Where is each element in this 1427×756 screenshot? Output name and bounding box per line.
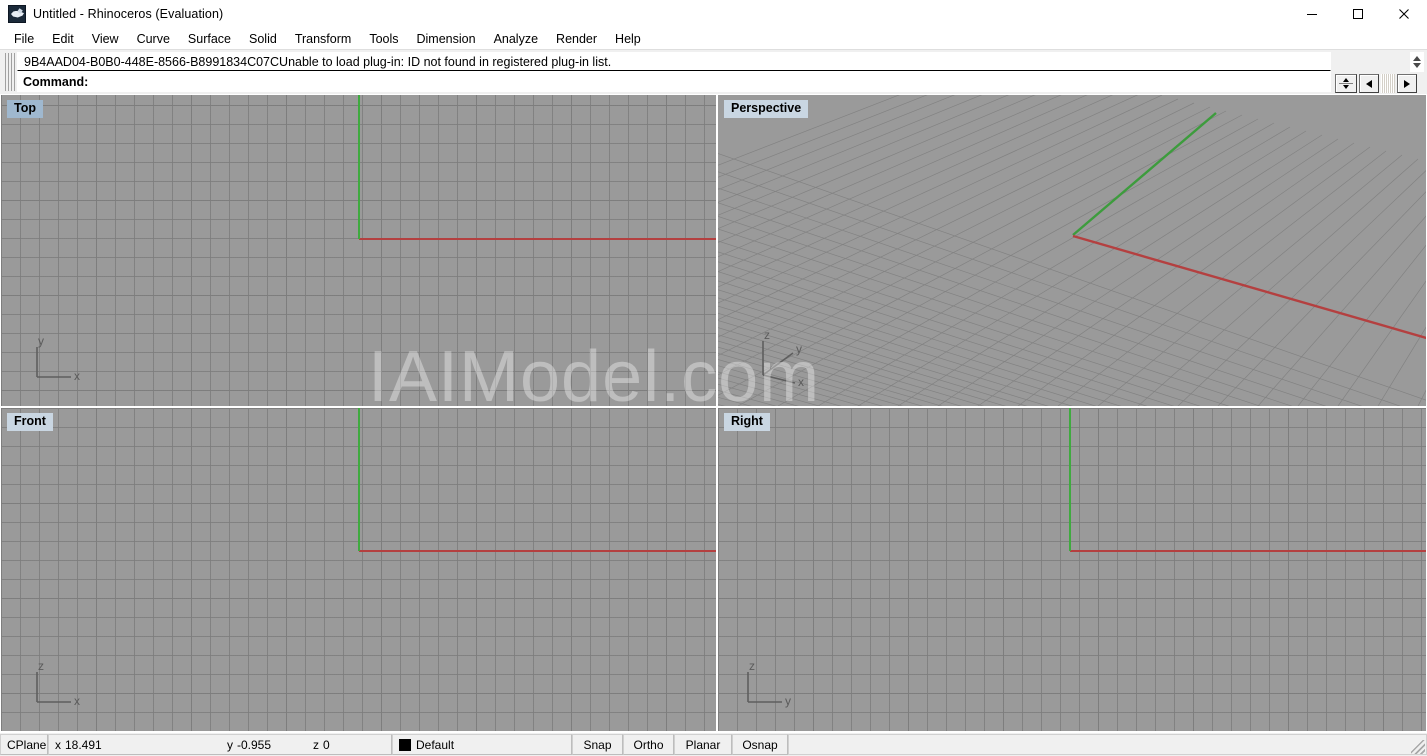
- close-icon[interactable]: [1381, 0, 1427, 28]
- coord-x: x 18.491: [55, 738, 227, 752]
- status-toggle-osnap[interactable]: Osnap: [732, 734, 788, 755]
- command-area: 9B4AAD04-B0B0-448E-8566-B8991834C07CUnab…: [0, 50, 1427, 94]
- arrow-right-icon: [1404, 80, 1410, 88]
- coord-y-value: -0.955: [237, 738, 271, 752]
- svg-text:z: z: [764, 328, 770, 342]
- command-scroll-spinner[interactable]: [1410, 52, 1424, 72]
- layer-name: Default: [416, 738, 454, 752]
- window-title: Untitled - Rhinoceros (Evaluation): [33, 7, 223, 21]
- coord-y-label: y: [227, 738, 233, 752]
- coord-z-label: z: [313, 738, 319, 752]
- command-spinner-button[interactable]: [1335, 74, 1357, 93]
- command-input[interactable]: [88, 73, 1331, 91]
- command-next-button[interactable]: [1397, 74, 1417, 93]
- menu-bar: File Edit View Curve Surface Solid Trans…: [0, 28, 1427, 50]
- command-button-row: [1335, 74, 1417, 93]
- svg-text:y: y: [785, 694, 791, 708]
- viewport-label-right[interactable]: Right: [724, 413, 770, 431]
- command-prompt-label: Command:: [23, 75, 88, 89]
- svg-text:x: x: [74, 369, 80, 383]
- perspective-grid: [718, 95, 1426, 406]
- status-toggle-snap[interactable]: Snap: [572, 734, 623, 755]
- svg-text:z: z: [749, 659, 755, 673]
- x-axis-line: [1073, 236, 1426, 339]
- scroll-down-icon: [1413, 63, 1421, 68]
- coord-x-label: x: [55, 738, 61, 752]
- svg-text:x: x: [74, 694, 80, 708]
- svg-text:x: x: [798, 375, 804, 389]
- status-cplane[interactable]: CPlane: [0, 734, 48, 755]
- command-controls: [1331, 52, 1427, 92]
- menu-dimension[interactable]: Dimension: [408, 29, 485, 49]
- viewport-top-canvas[interactable]: y x: [1, 95, 716, 406]
- command-toolbar-gripper[interactable]: [1381, 74, 1395, 93]
- menu-surface[interactable]: Surface: [179, 29, 240, 49]
- viewport-grid: y x Top: [0, 94, 1427, 732]
- viewport-perspective-canvas[interactable]: z y x: [718, 95, 1426, 406]
- menu-view[interactable]: View: [83, 29, 128, 49]
- status-toggle-planar[interactable]: Planar: [674, 734, 732, 755]
- arrow-left-icon: [1366, 80, 1372, 88]
- viewport-label-top[interactable]: Top: [7, 100, 43, 118]
- axis-indicator-perspective: z y x: [751, 325, 819, 389]
- menu-curve[interactable]: Curve: [128, 29, 179, 49]
- menu-help[interactable]: Help: [606, 29, 650, 49]
- rhinoceros-window: Untitled - Rhinoceros (Evaluation) File …: [0, 0, 1427, 756]
- menu-analyze[interactable]: Analyze: [485, 29, 547, 49]
- spinner-up-icon: [1343, 78, 1349, 82]
- coord-z: z 0: [313, 738, 373, 752]
- coord-x-value: 18.491: [65, 738, 102, 752]
- menu-transform[interactable]: Transform: [286, 29, 361, 49]
- viewport-label-perspective[interactable]: Perspective: [724, 100, 808, 118]
- scroll-up-icon: [1413, 56, 1421, 61]
- layer-color-swatch[interactable]: [399, 739, 411, 751]
- coord-y: y -0.955: [227, 738, 313, 752]
- axis-indicator-right: z y: [740, 658, 800, 710]
- x-axis-line: [359, 550, 716, 552]
- status-toggle-ortho[interactable]: Ortho: [623, 734, 674, 755]
- command-column: 9B4AAD04-B0B0-448E-8566-B8991834C07CUnab…: [17, 52, 1331, 92]
- menu-file[interactable]: File: [5, 29, 43, 49]
- resize-grip[interactable]: [1411, 740, 1425, 754]
- construction-grid: [718, 408, 1426, 731]
- spinner-down-icon: [1343, 85, 1349, 89]
- z-axis-line: [1069, 408, 1071, 551]
- z-axis-line: [358, 408, 360, 551]
- menu-tools[interactable]: Tools: [360, 29, 407, 49]
- viewport-top[interactable]: y x Top: [0, 94, 717, 407]
- axis-indicator-front: z x: [29, 658, 89, 710]
- y-axis-line: [358, 95, 360, 239]
- status-message-area: [788, 734, 1427, 755]
- viewport-right-canvas[interactable]: z y: [718, 408, 1426, 731]
- coord-z-value: 0: [323, 738, 330, 752]
- svg-text:y: y: [38, 334, 44, 348]
- command-panel-gripper[interactable]: [4, 53, 15, 91]
- viewport-perspective[interactable]: z y x Perspective: [717, 94, 1427, 407]
- svg-text:z: z: [38, 659, 44, 673]
- command-prev-button[interactable]: [1359, 74, 1379, 93]
- viewport-label-front[interactable]: Front: [7, 413, 53, 431]
- viewport-front-canvas[interactable]: z x: [1, 408, 716, 731]
- viewport-right[interactable]: z y Right: [717, 407, 1427, 732]
- rhino-icon: [8, 5, 26, 23]
- y-axis-line: [1070, 550, 1426, 552]
- title-bar: Untitled - Rhinoceros (Evaluation): [0, 0, 1427, 28]
- svg-text:y: y: [796, 342, 802, 356]
- menu-solid[interactable]: Solid: [240, 29, 286, 49]
- maximize-icon[interactable]: [1335, 0, 1381, 28]
- viewport-front[interactable]: z x Front: [0, 407, 717, 732]
- status-layer[interactable]: Default: [392, 734, 572, 755]
- status-coordinates: x 18.491 y -0.955 z 0: [48, 734, 392, 755]
- status-bar: CPlane x 18.491 y -0.955 z 0 Default Sna…: [0, 732, 1427, 756]
- command-history-line: 9B4AAD04-B0B0-448E-8566-B8991834C07CUnab…: [17, 52, 1331, 71]
- spinner-separator: [1339, 83, 1353, 84]
- menu-edit[interactable]: Edit: [43, 29, 83, 49]
- command-prompt-row: Command:: [17, 71, 1331, 92]
- axis-indicator-top: y x: [29, 333, 89, 385]
- window-controls: [1289, 0, 1427, 28]
- minimize-icon[interactable]: [1289, 0, 1335, 28]
- menu-render[interactable]: Render: [547, 29, 606, 49]
- x-axis-line: [359, 238, 716, 240]
